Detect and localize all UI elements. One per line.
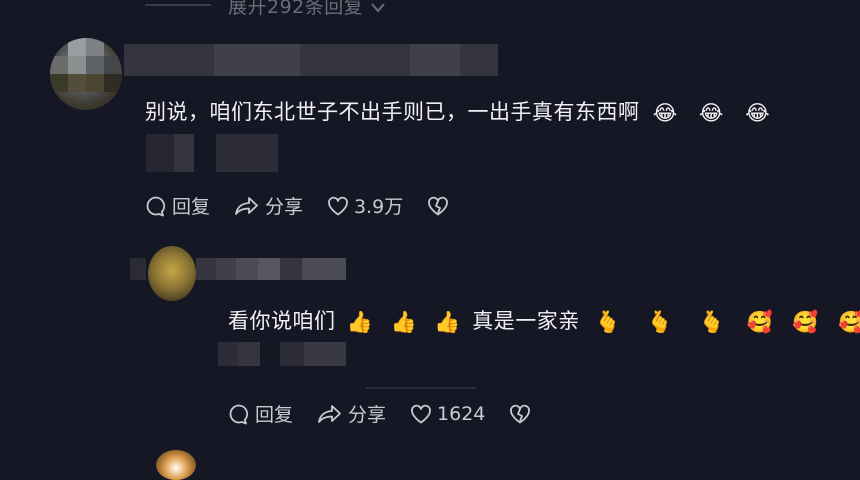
username-blurred (300, 44, 410, 76)
avatar[interactable] (50, 38, 122, 110)
meta-blurred (218, 342, 238, 366)
thumbs-up-emoji: 👍 (346, 309, 374, 334)
expand-replies-link[interactable]: 展开292条回复 (228, 0, 386, 19)
speech-bubble-icon (229, 404, 249, 424)
share-label: 分享 (348, 404, 387, 426)
comment-body-part1: 看你说咱们 (228, 309, 336, 333)
finger-heart-emoji: 🫰 (698, 309, 726, 334)
broken-heart-icon (510, 404, 531, 423)
comment-actions: 回复 分享 1624 (228, 400, 560, 427)
meta-blurred (280, 342, 304, 366)
thumbs-up-emoji: 👍 (390, 309, 418, 334)
meta-blurred (304, 342, 346, 366)
reply-button[interactable]: 回复 (228, 400, 293, 427)
heart-icon (411, 404, 431, 423)
username-blurred (302, 258, 346, 280)
laughing-tears-emoji: 😂 (698, 100, 724, 125)
dislike-button[interactable] (509, 404, 536, 424)
meta-blurred (174, 134, 194, 172)
reply-button[interactable]: 回复 (145, 192, 210, 219)
comment-text: 别说，咱们东北世子不出手则已，一出手真有东西啊 😂 😂 😂 (145, 96, 770, 126)
share-arrow-icon (318, 404, 341, 423)
reply-label: 回复 (172, 196, 211, 218)
avatar[interactable] (156, 450, 196, 480)
smiling-hearts-emoji: 🥰 (746, 309, 774, 334)
laughing-tears-emoji: 😂 (652, 100, 678, 125)
username-blurred (410, 44, 460, 76)
heart-icon (328, 196, 348, 215)
username-blurred (460, 44, 498, 76)
smiling-hearts-emoji: 🥰 (792, 309, 819, 334)
like-count: 3.9万 (354, 196, 404, 218)
comment-actions: 回复 分享 3.9万 (145, 192, 478, 219)
finger-heart-emoji: 🫰 (646, 309, 674, 334)
username-blurred (196, 258, 216, 280)
share-label: 分享 (265, 196, 304, 218)
finger-heart-emoji: 🫰 (594, 309, 622, 334)
comment-body-part2: 真是一家亲 (472, 309, 580, 333)
chevron-down-icon (371, 2, 385, 13)
username-blurred (280, 258, 302, 280)
reply-label: 回复 (255, 404, 294, 426)
meta-blurred (216, 134, 278, 172)
username-blurred[interactable] (124, 44, 214, 76)
like-button[interactable]: 1624 (410, 403, 485, 425)
meta-blurred (146, 134, 174, 172)
avatar[interactable] (148, 246, 196, 301)
smiling-hearts-emoji: 🥰 (838, 309, 860, 334)
broken-heart-icon (428, 196, 449, 215)
comment-text: 看你说咱们 👍 👍 👍 真是一家亲 🫰 🫰 🫰 🥰 🥰 🥰 (228, 305, 860, 335)
like-button[interactable]: 3.9万 (327, 192, 403, 219)
divider-line (366, 387, 476, 389)
share-arrow-icon (235, 196, 258, 215)
like-count: 1624 (437, 402, 486, 425)
thumbs-up-emoji: 👍 (434, 309, 462, 334)
username-blurred (236, 258, 258, 280)
meta-blurred (238, 342, 260, 366)
username-blurred[interactable] (130, 258, 146, 280)
username-blurred (214, 44, 300, 76)
share-button[interactable]: 分享 (234, 192, 303, 219)
username-blurred (216, 258, 236, 280)
divider-line (145, 4, 211, 6)
share-button[interactable]: 分享 (317, 400, 386, 427)
laughing-tears-emoji: 😂 (745, 100, 771, 125)
speech-bubble-icon (146, 196, 166, 216)
expand-replies-label: 展开292条回复 (228, 0, 364, 18)
username-blurred (258, 258, 280, 280)
comment-body: 别说，咱们东北世子不出手则已，一出手真有东西啊 (145, 100, 640, 124)
dislike-button[interactable] (427, 196, 454, 216)
